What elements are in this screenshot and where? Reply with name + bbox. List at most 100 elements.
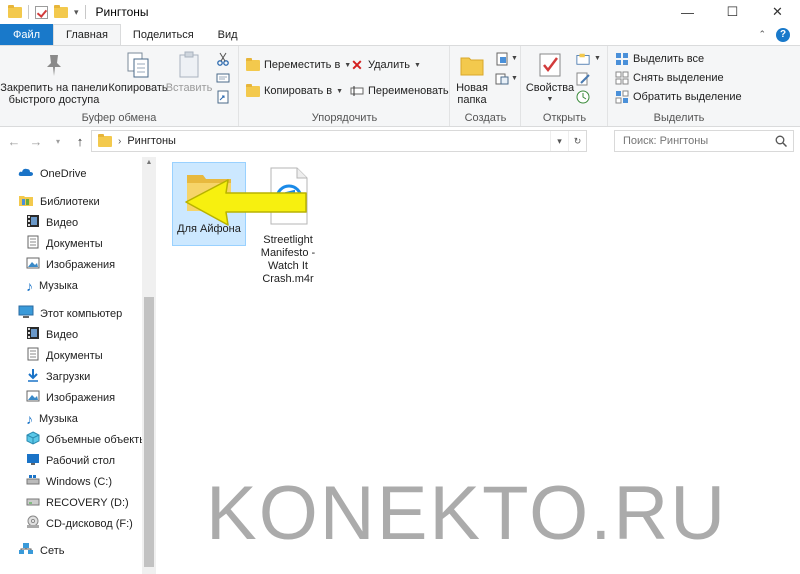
sidebar-label: Музыка xyxy=(39,412,78,425)
computer-icon xyxy=(18,305,34,322)
copy-path-icon[interactable] xyxy=(216,71,230,85)
sidebar-item-libraries[interactable]: Библиотеки xyxy=(18,191,100,212)
search-input[interactable] xyxy=(623,135,773,147)
copy-label: Копировать xyxy=(108,82,168,94)
select-all-label: Выделить все xyxy=(633,53,705,65)
minimize-button[interactable]: — xyxy=(665,0,710,24)
sidebar-item-drive-d[interactable]: RECOVERY (D:) xyxy=(26,492,129,513)
sidebar-item-lib-music[interactable]: ♪ Музыка xyxy=(26,275,78,296)
copy-button[interactable]: Копировать xyxy=(108,50,168,94)
pin-label-2: быстрого доступа xyxy=(8,94,100,106)
properties-icon xyxy=(535,50,565,80)
pin-icon xyxy=(39,50,69,80)
copy-to-button[interactable]: Копировать в ▼ xyxy=(246,83,343,98)
refresh-icon[interactable]: ↻ xyxy=(568,131,586,151)
group-open: Свойства ▼ ▼ Открыть xyxy=(522,46,608,126)
maximize-button[interactable]: ☐ xyxy=(710,0,755,24)
search-box[interactable] xyxy=(614,130,794,152)
sidebar-label: Документы xyxy=(46,349,103,362)
help-icon[interactable]: ? xyxy=(776,27,790,42)
cd-drive-icon xyxy=(26,515,40,532)
new-item-icon[interactable] xyxy=(495,52,509,66)
invert-selection-label: Обратить выделение xyxy=(633,91,742,103)
expand-ribbon-icon[interactable]: ⌃ xyxy=(758,29,766,40)
edit-icon[interactable] xyxy=(576,72,590,86)
sidebar-item-pc-images[interactable]: Изображения xyxy=(26,387,115,408)
sidebar-item-network[interactable]: Сеть xyxy=(18,540,64,561)
scroll-up-icon[interactable]: ▲ xyxy=(142,159,156,166)
sidebar-scrollbar[interactable]: ▲ xyxy=(142,157,156,574)
sidebar-item-pc-3d-objects[interactable]: Объемные объекты xyxy=(26,429,147,450)
up-arrow-icon[interactable]: ↑ xyxy=(69,134,91,149)
easy-access-icon[interactable] xyxy=(495,72,509,86)
tab-file[interactable]: Файл xyxy=(0,24,54,45)
properties-check-icon[interactable] xyxy=(35,5,48,19)
sidebar-label: Музыка xyxy=(39,279,78,292)
move-to-button[interactable]: Переместить в ▼ xyxy=(246,57,351,72)
scrollbar-thumb[interactable] xyxy=(144,297,154,567)
sidebar-item-pc-documents[interactable]: Документы xyxy=(26,345,103,366)
search-icon[interactable] xyxy=(775,135,788,150)
paste-shortcut-icon[interactable] xyxy=(216,90,230,104)
select-none-label: Снять выделение xyxy=(633,72,724,84)
open-icon[interactable] xyxy=(576,52,590,66)
copy-to-label: Копировать в xyxy=(264,85,333,97)
sidebar-item-pc-downloads[interactable]: Загрузки xyxy=(26,366,90,387)
rename-button[interactable]: Переименовать xyxy=(350,84,449,98)
address-bar[interactable]: › Рингтоны ▾ ↻ xyxy=(91,130,587,152)
forward-arrow-icon[interactable]: → xyxy=(25,134,47,149)
close-button[interactable]: ✕ xyxy=(755,0,800,24)
window-title: Рингтоны xyxy=(95,5,149,19)
cut-icon[interactable] xyxy=(216,52,230,66)
paste-button[interactable]: Вставить xyxy=(166,50,212,94)
open-caret-icon[interactable]: ▼ xyxy=(594,55,601,62)
new-item-caret-icon[interactable]: ▼ xyxy=(511,55,518,62)
sidebar-item-lib-documents[interactable]: Документы xyxy=(26,233,103,254)
sidebar-item-lib-images[interactable]: Изображения xyxy=(26,254,115,275)
group-label-new: Создать xyxy=(464,112,507,124)
sidebar-label: RECOVERY (D:) xyxy=(46,496,129,509)
new-folder-button[interactable]: Новая папка xyxy=(456,50,488,106)
sidebar-item-drive-c[interactable]: Windows (C:) xyxy=(26,471,112,492)
tab-view[interactable]: Вид xyxy=(206,24,250,45)
delete-button[interactable]: ✕ Удалить ▼ xyxy=(350,56,421,73)
file-name-line-4: Crash.m4r xyxy=(262,273,314,285)
sidebar-item-this-pc[interactable]: Этот компьютер xyxy=(18,303,122,324)
breadcrumb-current[interactable]: Рингтоны xyxy=(127,135,176,147)
easy-access-caret-icon[interactable]: ▼ xyxy=(511,75,518,82)
back-arrow-icon[interactable]: ← xyxy=(3,134,25,149)
tab-share[interactable]: Поделиться xyxy=(121,24,206,45)
clipboard-icon xyxy=(174,50,204,80)
invert-selection-button[interactable]: Обратить выделение xyxy=(615,90,742,104)
select-none-button[interactable]: Снять выделение xyxy=(615,71,724,85)
tab-home[interactable]: Главная xyxy=(53,24,121,45)
history-icon[interactable] xyxy=(576,90,590,104)
select-all-button[interactable]: Выделить все xyxy=(615,52,704,66)
properties-button[interactable]: Свойства ▼ xyxy=(526,50,574,106)
sidebar-label: Видео xyxy=(46,328,79,341)
sidebar-item-lib-video[interactable]: Видео xyxy=(26,212,78,233)
video-icon xyxy=(26,326,40,343)
sidebar-label: Загрузки xyxy=(46,370,91,383)
images-icon xyxy=(26,389,40,406)
customize-toolbar-icon[interactable]: ▾ xyxy=(74,7,79,18)
recent-locations-icon[interactable]: ▾ xyxy=(47,137,69,146)
new-folder-icon[interactable] xyxy=(54,4,68,18)
window-controls: — ☐ ✕ xyxy=(665,0,800,24)
sidebar-item-pc-video[interactable]: Видео xyxy=(26,324,78,345)
sidebar-item-drive-f[interactable]: CD-дисковод (F:) xyxy=(26,513,133,534)
group-select: Выделить все Снять выделение Обратить вы… xyxy=(609,46,749,126)
breadcrumb-chevron-icon[interactable]: › xyxy=(118,136,121,147)
address-history-icon[interactable]: ▾ xyxy=(550,131,568,151)
cube-icon xyxy=(26,431,40,448)
sidebar-item-onedrive[interactable]: OneDrive xyxy=(18,163,86,184)
rename-label: Переименовать xyxy=(368,85,449,97)
delete-x-icon: ✕ xyxy=(351,56,363,73)
sidebar-item-pc-desktop[interactable]: Рабочий стол xyxy=(26,450,115,471)
pin-label-1: Закрепить на панели xyxy=(0,82,108,94)
sidebar-label: OneDrive xyxy=(40,167,87,180)
pin-quick-access-button[interactable]: Закрепить на панели быстрого доступа xyxy=(0,50,108,106)
sidebar-item-pc-music[interactable]: ♪ Музыка xyxy=(26,408,78,429)
properties-label: Свойства xyxy=(525,82,575,94)
properties-caret-icon: ▼ xyxy=(546,96,554,103)
